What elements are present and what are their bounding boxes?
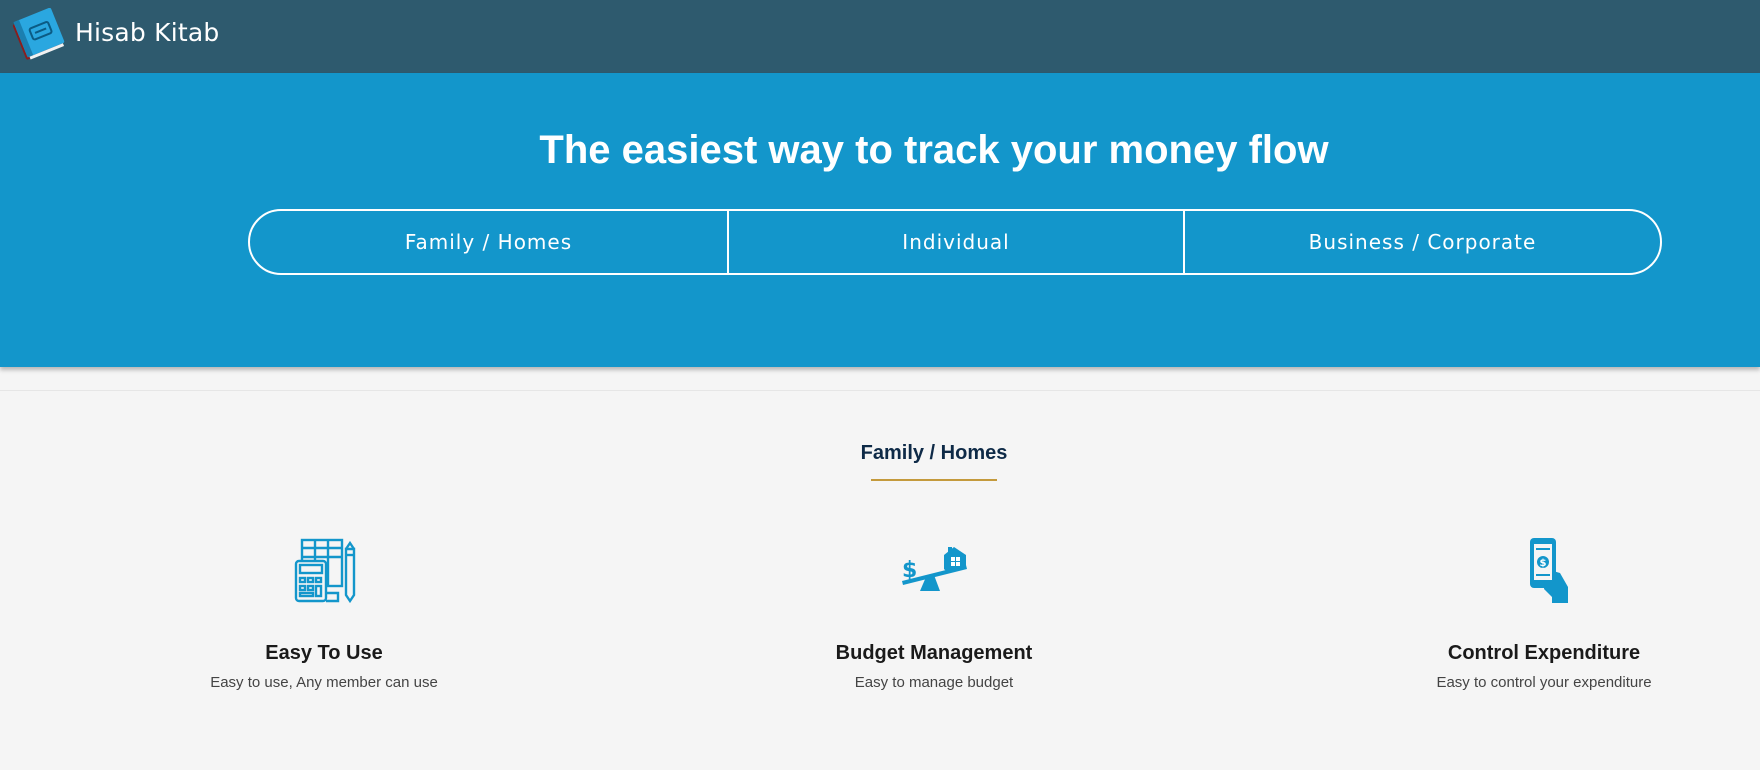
budget-seesaw-house-icon: $ bbox=[902, 547, 967, 591]
feature-description: Easy to manage budget bbox=[854, 674, 1014, 691]
svg-text:$: $ bbox=[1540, 558, 1547, 569]
hero-title: The easiest way to track your money flow bbox=[539, 128, 1329, 172]
audience-tab-group: Family / Homes Individual Business / Cor… bbox=[248, 209, 1662, 275]
feature-title: Budget Management bbox=[835, 642, 1033, 664]
calculator-spreadsheet-icon bbox=[294, 538, 356, 604]
feature-easy-to-use: Easy To Use Easy to use, Any member can … bbox=[124, 535, 524, 691]
hand-phone-money-icon: $ bbox=[1530, 538, 1568, 603]
hero-banner: The easiest way to track your money flow… bbox=[0, 73, 1760, 367]
feature-description: Easy to control your expenditure bbox=[1436, 674, 1652, 691]
tab-family-homes[interactable]: Family / Homes bbox=[250, 211, 729, 273]
tab-business-corporate[interactable]: Business / Corporate bbox=[1185, 211, 1660, 273]
feature-description: Easy to use, Any member can use bbox=[210, 674, 438, 691]
feature-title: Easy To Use bbox=[265, 642, 383, 664]
svg-text:$: $ bbox=[902, 558, 917, 583]
section-title: Family / Homes bbox=[860, 442, 1008, 464]
tab-individual[interactable]: Individual bbox=[729, 211, 1185, 273]
section-title-underline bbox=[871, 479, 997, 481]
top-navbar: Hisab Kitab bbox=[0, 0, 1760, 73]
feature-control-expenditure: $ Control Expenditure Easy to control yo… bbox=[1344, 535, 1744, 691]
feature-budget-management: $ Budget Management Easy to manage budge… bbox=[734, 535, 1134, 691]
brand-title[interactable]: Hisab Kitab bbox=[75, 18, 219, 47]
section-divider bbox=[0, 390, 1760, 391]
ledger-book-icon[interactable] bbox=[10, 8, 66, 62]
feature-title: Control Expenditure bbox=[1447, 642, 1641, 664]
